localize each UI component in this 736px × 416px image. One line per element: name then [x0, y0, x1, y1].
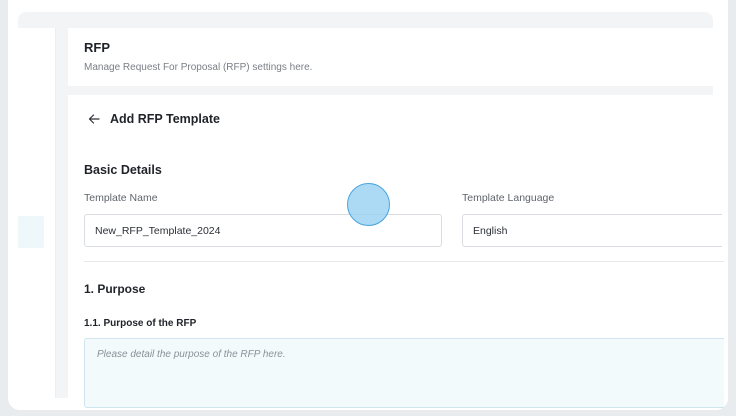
template-form-panel: Add RFP Template Basic Details Template …	[68, 95, 724, 408]
template-name-input[interactable]	[84, 214, 442, 247]
purpose-of-rfp-label: 1.1. Purpose of the RFP	[84, 318, 197, 329]
page-subtitle: Manage Request For Proposal (RFP) settin…	[84, 62, 313, 73]
arrow-left-icon[interactable]	[88, 113, 100, 125]
page-title: RFP	[84, 40, 110, 55]
template-language-select[interactable]	[462, 214, 722, 247]
purpose-heading: 1. Purpose	[84, 282, 146, 296]
side-navigation	[18, 28, 56, 398]
basic-details-heading: Basic Details	[84, 163, 162, 177]
back-link[interactable]: Add RFP Template	[88, 112, 220, 126]
template-language-label: Template Language	[462, 192, 555, 204]
top-strip	[18, 12, 713, 28]
section-divider	[84, 261, 724, 262]
sidebar-item-active[interactable]	[18, 216, 44, 248]
template-name-label: Template Name	[84, 192, 158, 204]
cursor-indicator	[347, 183, 390, 226]
page-header: RFP Manage Request For Proposal (RFP) se…	[68, 28, 713, 86]
purpose-textarea[interactable]	[84, 338, 724, 408]
form-title: Add RFP Template	[110, 112, 220, 126]
